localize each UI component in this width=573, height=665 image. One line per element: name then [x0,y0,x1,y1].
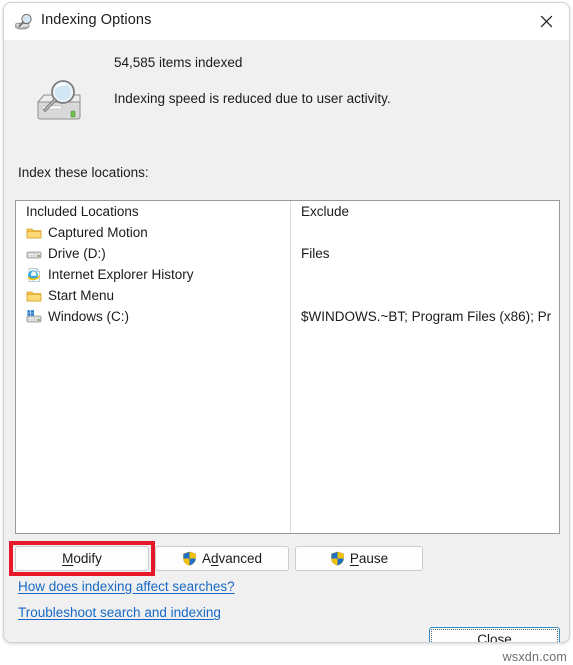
folder-icon [26,288,42,304]
column-header-included: Included Locations [26,201,290,222]
close-icon[interactable] [523,3,569,40]
close-button[interactable]: Close [429,627,560,643]
how-indexing-affects-searches-link[interactable]: How does indexing affect searches? [18,579,235,594]
items-indexed-status: 54,585 items indexed [114,55,243,70]
exclude-cell [301,222,551,243]
indexing-options-dialog: Indexing Options 54,585 items indexed In… [3,2,570,643]
column-divider [290,201,291,533]
advanced-label-rest: vanced [218,551,263,566]
list-item[interactable]: Internet Explorer History [26,264,290,285]
modify-label-rest: odify [73,551,102,566]
windows-drive-icon [26,309,42,325]
list-item-label: Internet Explorer History [48,267,194,282]
included-locations-list[interactable]: Included Locations Captured Motion Drive… [15,200,560,534]
list-item[interactable]: Drive (D:) [26,243,290,264]
title-bar: Indexing Options [4,3,569,40]
troubleshoot-search-link[interactable]: Troubleshoot search and indexing [18,605,221,620]
list-item-label: Captured Motion [48,225,148,240]
exclude-cell [301,285,551,306]
advanced-button[interactable]: Advanced [155,546,289,571]
index-locations-label: Index these locations: [18,165,149,180]
hard-drive-magnifier-icon [30,75,88,125]
exclude-column: Exclude Files $WINDOWS.~BT; Program File… [301,201,551,327]
included-locations-column: Included Locations Captured Motion Drive… [26,201,290,327]
pause-button-label: Pause [350,551,388,566]
advanced-button-label: Advanced [202,551,262,566]
window-title: Indexing Options [41,12,152,28]
exclude-cell: Files [301,243,551,264]
modify-button-label: Modify [62,551,102,566]
column-header-exclude: Exclude [301,201,551,222]
column-header-included-label: Included Locations [26,204,139,219]
list-item[interactable]: Captured Motion [26,222,290,243]
internet-explorer-icon [26,267,42,283]
modify-accel-key: M [62,551,74,566]
pause-label-rest: ause [358,551,389,566]
list-item[interactable]: Start Menu [26,285,290,306]
exclude-value: $WINDOWS.~BT; Program Files (x86); Pr... [301,309,551,324]
drive-icon [26,246,42,262]
indexing-drive-search-icon [14,12,35,32]
column-header-exclude-label: Exclude [301,204,350,219]
exclude-cell: $WINDOWS.~BT; Program Files (x86); Pr... [301,306,551,327]
exclude-value: Files [301,246,330,261]
indexing-speed-note: Indexing speed is reduced due to user ac… [114,91,391,106]
close-button-label: Close [477,632,512,643]
pause-button[interactable]: Pause [295,546,423,571]
uac-shield-icon [330,551,345,566]
modify-button[interactable]: Modify [15,546,149,571]
pause-accel-key: P [349,551,359,566]
watermark: wsxdn.com [502,650,567,664]
advanced-label-start: A [201,551,211,566]
uac-shield-icon [182,551,197,566]
exclude-cell [301,264,551,285]
folder-icon [26,225,42,241]
list-item[interactable]: Windows (C:) [26,306,290,327]
